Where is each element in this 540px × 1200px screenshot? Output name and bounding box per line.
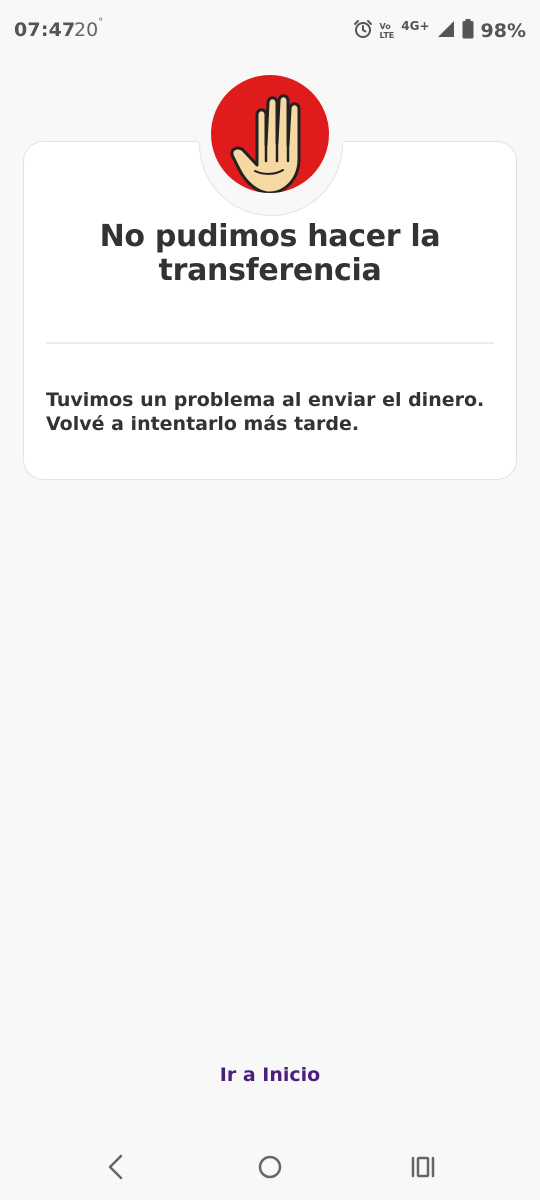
alarm-icon (353, 19, 373, 43)
status-bar: 07:47 20° Vo LTE 4G+ 98% (0, 0, 540, 62)
volte-top-label: Vo (379, 22, 391, 31)
temperature-value: 20 (74, 19, 99, 41)
signal-icon (437, 20, 455, 42)
error-message-line2: Volvé a intentarlo más tarde. (46, 413, 360, 435)
screen: 07:47 20° Vo LTE 4G+ 98% No pudimos hace… (0, 0, 540, 1200)
volte-icon: Vo LTE (380, 22, 395, 40)
home-icon[interactable] (250, 1149, 290, 1185)
volte-bottom-label: LTE (379, 31, 395, 40)
battery-icon (462, 19, 474, 43)
navigation-bar (0, 1135, 540, 1200)
error-message: Tuvimos un problema al enviar el dinero.… (46, 388, 496, 436)
go-home-link[interactable]: Ir a Inicio (0, 1064, 540, 1086)
degree-symbol: ° (98, 17, 104, 28)
back-icon[interactable] (96, 1149, 136, 1185)
error-title: No pudimos hacer la transferencia (99, 219, 441, 288)
status-icons: Vo LTE 4G+ 98% (353, 18, 526, 44)
network-type: 4G+ (401, 19, 430, 33)
error-message-line1: Tuvimos un problema al enviar el dinero. (46, 389, 485, 411)
card-divider (46, 342, 494, 344)
stop-hand-icon (211, 75, 329, 193)
battery-percentage: 98% (480, 20, 526, 42)
status-time: 07:47 (14, 19, 76, 41)
status-temperature: 20° (74, 17, 104, 41)
recents-icon[interactable] (404, 1149, 444, 1185)
